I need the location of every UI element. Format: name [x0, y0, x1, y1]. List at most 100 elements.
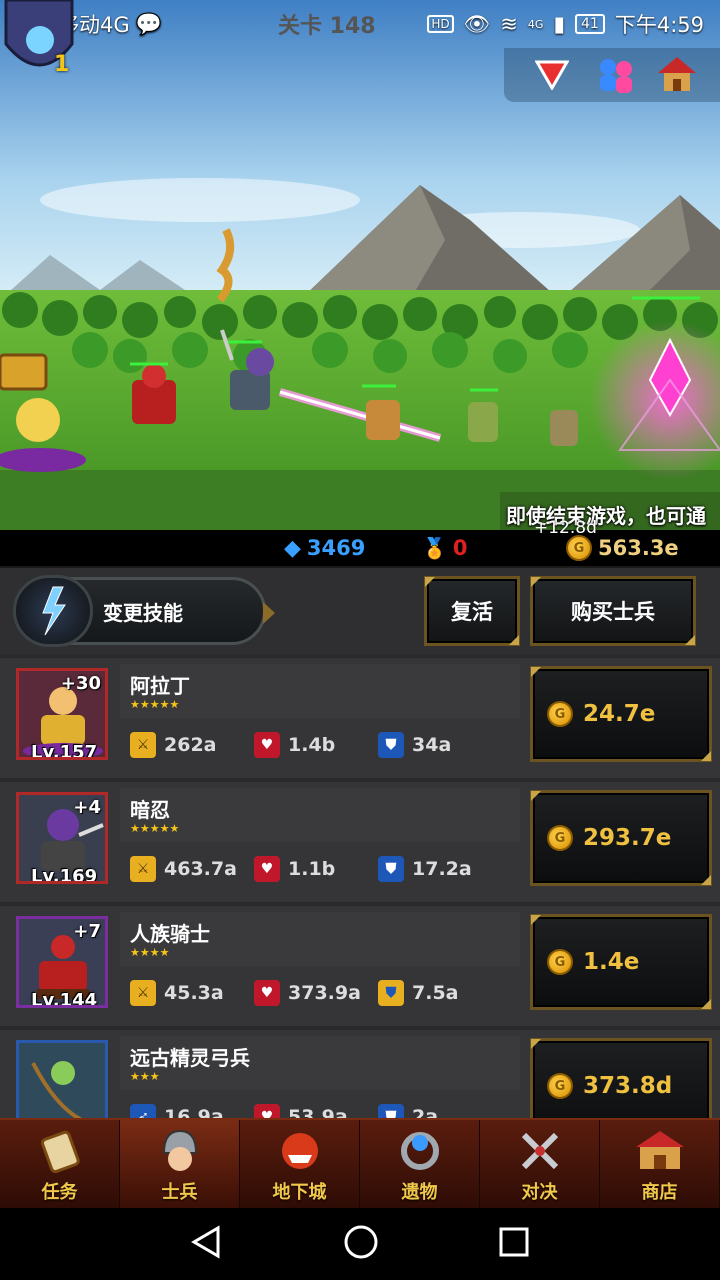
change-skill-button[interactable]: 变更技能: [13, 575, 275, 647]
nav-dungeon[interactable]: 地下城: [240, 1120, 360, 1208]
sword-icon: ⚔: [130, 980, 156, 1006]
nav-label: 遗物: [401, 1182, 438, 1203]
upgrade-price-button[interactable]: G 373.8d: [530, 1038, 712, 1118]
upgrade-price: 24.7e: [583, 701, 656, 727]
diamond-icon: ◆: [284, 535, 301, 561]
eye-icon: 👁: [463, 11, 491, 36]
nav-soldiers[interactable]: 士兵: [120, 1120, 240, 1208]
upgrade-price-button[interactable]: G 293.7e: [530, 790, 712, 886]
back-icon[interactable]: [190, 1225, 224, 1263]
hp-value: 1.1b: [288, 858, 336, 880]
upgrade-price: 293.7e: [583, 825, 672, 851]
buy-soldier-button[interactable]: 购买士兵: [530, 576, 696, 646]
shield-icon: ⛊: [378, 1104, 404, 1118]
attack-stat: ⚔ 45.3a: [130, 980, 224, 1006]
upgrade-price: 1.4e: [583, 949, 640, 975]
unit-portrait[interactable]: +7 Lv.144: [16, 916, 108, 1008]
defense-stat: ⛊ 34a: [378, 732, 451, 758]
defense-stat: ⛊ 7.5a: [378, 980, 458, 1006]
shop-icon: [632, 1124, 688, 1178]
unit-list[interactable]: +30 Lv.157 阿拉丁 ★★★★★ ⚔ 262a ♥ 1.4b ⛊ 34a G …: [0, 658, 720, 1118]
revive-button[interactable]: 复活: [424, 576, 520, 646]
shield-icon: ⛊: [378, 856, 404, 882]
unit-portrait[interactable]: [16, 1040, 108, 1118]
unit-level: Lv.169: [31, 866, 98, 884]
helmet-icon: [152, 1124, 208, 1178]
shield-icon: ⛊: [378, 732, 404, 758]
hero-badge-count: 1: [54, 52, 70, 77]
unit-row: 远古精灵弓兵 ★★★ ➶ 16.9a ♥ 53.9a ⛊ 2a G 373.8d: [0, 1030, 720, 1118]
unit-row: +4 Lv.169 暗忍 ★★★★★ ⚔ 463.7a ♥ 1.1b ⛊ 17.2a …: [0, 782, 720, 902]
archer-icon: ➶: [130, 1104, 156, 1118]
nav-label: 任务: [41, 1182, 78, 1203]
status-bar: 中国移动4G 💬 关卡 148 HD 👁 ≋ 4G ▮ 41 下午4:59: [0, 0, 720, 48]
floating-gain-text: +12.8d: [534, 518, 597, 538]
diamond-counter: ◆ 3469: [284, 536, 365, 561]
hp-stat: ♥ 53.9a: [254, 1104, 348, 1118]
collapse-triangle-icon[interactable]: [532, 55, 572, 95]
lightning-tower-icon: [13, 575, 93, 647]
heart-icon: ♥: [254, 1104, 280, 1118]
wifi-icon: ≋: [500, 12, 518, 36]
unit-name: 暗忍: [130, 798, 170, 822]
heart-icon: ♥: [254, 732, 280, 758]
upgrade-price: 373.8d: [583, 1073, 673, 1099]
battery-icon: 41: [575, 14, 605, 34]
attack-value: 463.7a: [164, 858, 237, 880]
defense-value: 7.5a: [412, 982, 459, 1004]
recents-icon[interactable]: [498, 1226, 530, 1262]
coin-icon: G: [547, 701, 573, 727]
network-label: 4G: [527, 17, 544, 31]
hp-stat: ♥ 1.1b: [254, 856, 335, 882]
action-bar: 变更技能 复活 购买士兵: [0, 566, 720, 654]
hp-value: 1.4b: [288, 734, 336, 756]
change-skill-label: 变更技能: [103, 600, 183, 625]
sword-icon: ⚔: [130, 732, 156, 758]
coin-icon: G: [547, 1073, 573, 1099]
buy-soldier-label: 购买士兵: [571, 600, 655, 624]
hp-stat: ♥ 373.9a: [254, 980, 361, 1006]
resource-bar: ◆ 3469 🏅 0 G 563.3e: [0, 530, 720, 566]
nav-duel[interactable]: 对决: [480, 1120, 600, 1208]
defense-stat: ⛊ 17.2a: [378, 856, 472, 882]
upgrade-price-button[interactable]: G 24.7e: [530, 666, 712, 762]
unit-row: +7 Lv.144 人族骑士 ★★★★ ⚔ 45.3a ♥ 373.9a ⛊ 7.5a…: [0, 906, 720, 1026]
nav-quests[interactable]: 任务: [0, 1120, 120, 1208]
monster-plant-icon: [272, 1124, 328, 1178]
house-icon[interactable]: [656, 55, 696, 95]
friends-icon[interactable]: [594, 55, 634, 95]
heart-icon: ♥: [254, 856, 280, 882]
sword-icon: ⚔: [130, 856, 156, 882]
coin-icon: G: [566, 535, 592, 561]
medal-counter: 🏅 0: [422, 536, 468, 560]
unit-row: +30 Lv.157 阿拉丁 ★★★★★ ⚔ 262a ♥ 1.4b ⛊ 34a G …: [0, 658, 720, 778]
nav-relics[interactable]: 遗物: [360, 1120, 480, 1208]
upgrade-price-button[interactable]: G 1.4e: [530, 914, 712, 1010]
unit-level: Lv.144: [31, 990, 98, 1008]
hero-badge[interactable]: 1: [0, 0, 84, 80]
hp-value: 53.9a: [288, 1106, 348, 1118]
nav-shop[interactable]: 商店: [600, 1120, 720, 1208]
coin-icon: G: [547, 825, 573, 851]
unit-portrait[interactable]: +30 Lv.157: [16, 668, 108, 760]
unit-level: Lv.157: [31, 742, 98, 760]
game-nav-bar: 任务 士兵 地下城 遗物 对决 商店: [0, 1118, 720, 1208]
unit-stars: ★★★★★: [130, 698, 180, 711]
unit-bonus: +7: [73, 921, 101, 942]
attack-value: 45.3a: [164, 982, 224, 1004]
home-icon[interactable]: [343, 1224, 379, 1264]
unit-name: 人族骑士: [130, 922, 210, 946]
medal-icon: 🏅: [422, 536, 447, 560]
medal-count: 0: [452, 536, 468, 560]
gold-counter: G 563.3e: [566, 535, 679, 561]
shield-icon: ⛊: [378, 980, 404, 1006]
attack-value: 16.9a: [164, 1106, 224, 1118]
signal-icon: ▮: [553, 12, 565, 36]
nav-label: 士兵: [161, 1182, 198, 1203]
coin-icon: G: [547, 949, 573, 975]
unit-stars: ★★★: [130, 1070, 160, 1083]
unit-name: 阿拉丁: [130, 674, 190, 698]
defense-stat: ⛊ 2a: [378, 1104, 438, 1118]
unit-bonus: +4: [73, 797, 101, 818]
unit-portrait[interactable]: +4 Lv.169: [16, 792, 108, 884]
